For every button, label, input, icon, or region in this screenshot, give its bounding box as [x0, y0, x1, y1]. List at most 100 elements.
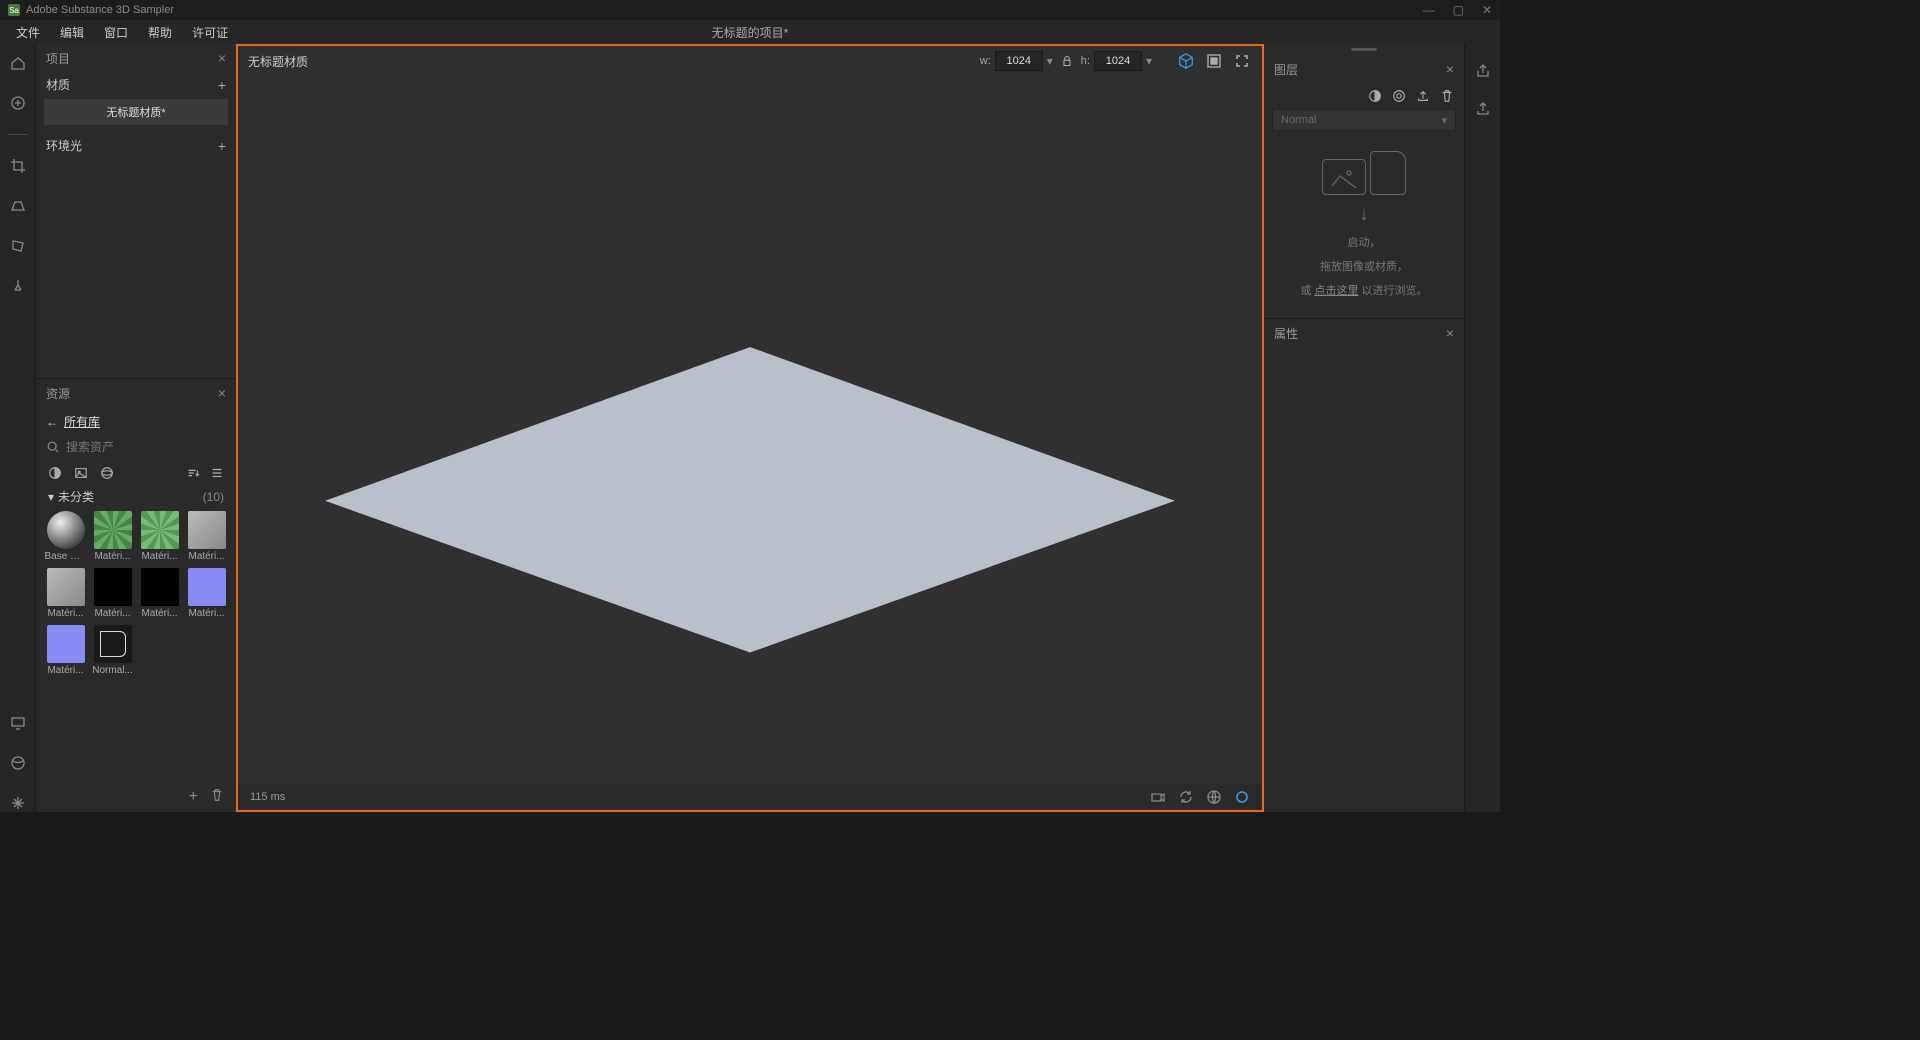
- width-control: w: 1024 ▾: [980, 51, 1053, 71]
- layer-export-icon[interactable]: [1416, 89, 1430, 103]
- add-asset-icon[interactable]: +: [189, 788, 198, 806]
- layers-drop-zone[interactable]: ↓ 启动， 拖放图像或材质， 或 点击这里 以进行浏览。: [1264, 131, 1464, 318]
- layer-contrast-icon[interactable]: [1368, 89, 1382, 103]
- list-view-icon[interactable]: [210, 466, 224, 480]
- clone-icon[interactable]: [9, 277, 27, 295]
- asset-label: Matéri...: [141, 551, 177, 562]
- asset-item[interactable]: Normal...: [91, 625, 134, 676]
- breadcrumb-label[interactable]: 所有库: [64, 413, 100, 430]
- perspective-icon[interactable]: [9, 197, 27, 215]
- lock-icon[interactable]: [1061, 55, 1073, 67]
- delete-asset-icon[interactable]: [210, 788, 224, 806]
- asset-item[interactable]: Matéri...: [44, 625, 87, 676]
- assets-panel-close-icon[interactable]: ×: [218, 385, 226, 401]
- asset-item[interactable]: Matéri...: [138, 511, 181, 562]
- asset-item[interactable]: Matéri...: [185, 511, 228, 562]
- properties-panel-close-icon[interactable]: ×: [1446, 325, 1454, 341]
- asset-label: Matéri...: [188, 608, 224, 619]
- asset-item[interactable]: Base M...: [44, 511, 87, 562]
- asset-thumbnail: [47, 625, 85, 663]
- asset-thumbnail: [188, 511, 226, 549]
- monitor-icon[interactable]: [9, 714, 27, 732]
- left-toolbar: [0, 44, 36, 812]
- asset-item[interactable]: Matéri...: [91, 511, 134, 562]
- menu-bar: 文件 编辑 窗口 帮助 许可证 无标题的项目*: [0, 20, 1500, 44]
- view-2d-icon[interactable]: [1204, 51, 1224, 71]
- assets-filter-row: [36, 462, 236, 484]
- sort-icon[interactable]: [186, 466, 200, 480]
- asset-label: Normal...: [92, 665, 133, 676]
- fullscreen-icon[interactable]: [1232, 51, 1252, 71]
- menu-help[interactable]: 帮助: [138, 24, 182, 41]
- assets-panel: 资源 × ← 所有库: [36, 378, 236, 812]
- left-panels: 项目 × 材质 + 无标题材质* 环境光 + 资源 × ← 所有库: [36, 44, 236, 812]
- drop-text-1: 启动，: [1348, 234, 1381, 250]
- globe-icon[interactable]: [9, 754, 27, 772]
- add-material-icon[interactable]: +: [218, 77, 226, 93]
- viewport-canvas[interactable]: [238, 76, 1262, 784]
- render-toggle-icon[interactable]: [1234, 789, 1250, 805]
- window-minimize-icon[interactable]: —: [1423, 3, 1435, 17]
- drag-handle-icon[interactable]: [1351, 48, 1377, 51]
- filter-image-icon[interactable]: [74, 466, 88, 480]
- menu-license[interactable]: 许可证: [182, 24, 238, 41]
- down-arrow-icon: ↓: [1359, 203, 1369, 226]
- viewport-frame: 无标题材质 w: 1024 ▾ h: 1024 ▾: [236, 44, 1264, 812]
- render-time: 115 ms: [250, 791, 285, 803]
- properties-panel-title: 属性: [1274, 325, 1298, 342]
- material-list-item[interactable]: 无标题材质*: [44, 99, 228, 125]
- filter-contrast-icon[interactable]: [48, 466, 62, 480]
- layers-panel-header: 图层 ×: [1264, 55, 1464, 83]
- assets-search[interactable]: [46, 438, 226, 456]
- category-label: 未分类: [58, 488, 94, 505]
- share-icon[interactable]: [1474, 100, 1492, 118]
- app-title: Adobe Substance 3D Sampler: [26, 4, 1423, 16]
- filter-sphere-icon[interactable]: [100, 466, 114, 480]
- drop-text-2: 拖放图像或材质，: [1320, 258, 1408, 274]
- blend-mode-select[interactable]: Normal ▾: [1272, 109, 1456, 131]
- assets-breadcrumb[interactable]: ← 所有库: [36, 407, 236, 436]
- view-3d-icon[interactable]: [1176, 51, 1196, 71]
- width-input[interactable]: 1024: [995, 51, 1043, 71]
- crop-icon[interactable]: [9, 157, 27, 175]
- menu-edit[interactable]: 编辑: [50, 24, 94, 41]
- window-maximize-icon[interactable]: ▢: [1453, 3, 1464, 17]
- asset-item[interactable]: Matéri...: [185, 568, 228, 619]
- layer-delete-icon[interactable]: [1440, 89, 1454, 103]
- asset-label: Matéri...: [94, 551, 130, 562]
- right-toolbar: [1464, 44, 1500, 812]
- home-icon[interactable]: [9, 54, 27, 72]
- window-close-icon[interactable]: ✕: [1482, 3, 1492, 17]
- height-label: h:: [1081, 55, 1090, 67]
- assets-footer: +: [36, 782, 236, 812]
- asset-item[interactable]: Matéri...: [138, 568, 181, 619]
- properties-panel-header: 属性 ×: [1264, 319, 1464, 347]
- title-bar: Sa Adobe Substance 3D Sampler — ▢ ✕: [0, 0, 1500, 20]
- asset-thumbnail: [188, 568, 226, 606]
- browse-link[interactable]: 点击这里: [1315, 285, 1359, 297]
- asset-category-row[interactable]: ▾ 未分类 (10): [36, 484, 236, 507]
- camera-icon[interactable]: [1150, 789, 1166, 805]
- asset-item[interactable]: Matéri...: [91, 568, 134, 619]
- sparkle-icon[interactable]: [9, 794, 27, 812]
- materials-label: 材质: [46, 76, 70, 93]
- warp-icon[interactable]: [9, 237, 27, 255]
- height-input[interactable]: 1024: [1094, 51, 1142, 71]
- menu-file[interactable]: 文件: [6, 24, 50, 41]
- export-icon[interactable]: [1474, 62, 1492, 80]
- back-arrow-icon[interactable]: ←: [46, 415, 58, 429]
- category-count: (10): [203, 490, 224, 504]
- environment-icon[interactable]: [1206, 789, 1222, 805]
- layer-mask-icon[interactable]: [1392, 89, 1406, 103]
- asset-item[interactable]: Matéri...: [44, 568, 87, 619]
- assets-search-input[interactable]: [66, 440, 226, 454]
- width-chevron-icon[interactable]: ▾: [1047, 54, 1053, 68]
- asset-thumbnail: [47, 568, 85, 606]
- layers-panel-close-icon[interactable]: ×: [1446, 61, 1454, 77]
- height-chevron-icon[interactable]: ▾: [1146, 54, 1152, 68]
- refresh-icon[interactable]: [1178, 789, 1194, 805]
- menu-window[interactable]: 窗口: [94, 24, 138, 41]
- add-environment-icon[interactable]: +: [218, 138, 226, 154]
- add-icon[interactable]: [9, 94, 27, 112]
- project-panel-close-icon[interactable]: ×: [218, 50, 226, 66]
